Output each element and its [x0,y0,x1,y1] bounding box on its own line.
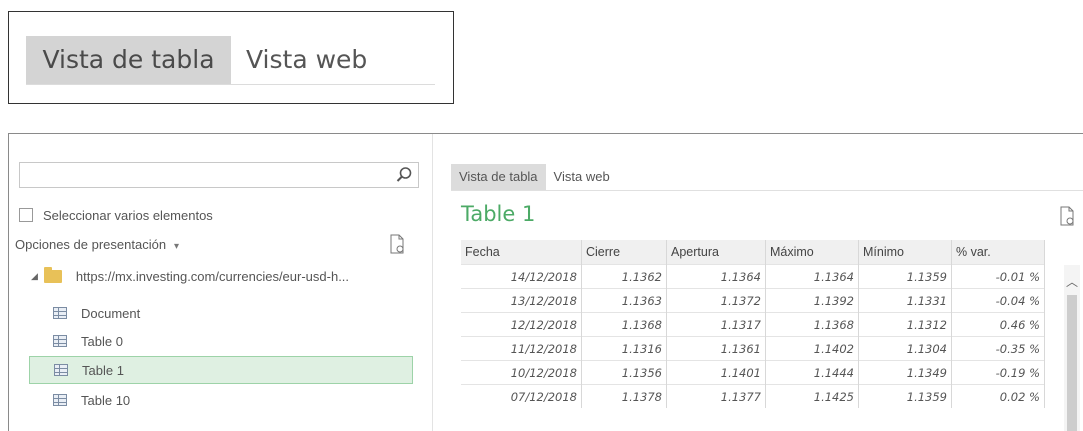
table-icon [54,364,68,376]
column-header[interactable]: % var. [951,240,1045,265]
preview-title: Table 1 [461,202,536,226]
column-header[interactable]: Cierre [581,240,667,265]
table-cell: 0.02 % [951,384,1045,408]
table-cell: 1.1372 [666,288,766,313]
table-cell: 1.1361 [666,336,766,361]
table-cell: 1.1359 [858,264,952,289]
chevron-down-icon: ▾ [174,241,180,252]
tree-item-table-1[interactable]: Table 1 [29,356,413,384]
column-header[interactable]: Mínimo [858,240,952,265]
source-url-node[interactable]: ◢ https://mx.investing.com/currencies/eu… [31,267,350,284]
display-options-dropdown[interactable]: Opciones de presentación ▾ [15,237,179,252]
table-cell: 1.1377 [666,384,766,408]
table-cell: 07/12/2018 [461,384,582,408]
table-cell: 1.1349 [858,360,952,385]
scroll-up-icon[interactable]: ︿ [1064,273,1080,290]
table-row: 07/12/2018 1.1378 1.1377 1.1425 1.1359 0… [461,384,1045,408]
tree-item-label: Table 0 [81,333,123,349]
zoomed-tab-strip: Vista de tabla Vista web [8,11,454,104]
table-cell: 1.1401 [666,360,766,385]
column-header[interactable]: Máximo [765,240,859,265]
tree-item-table-10[interactable]: Table 10 [29,386,413,414]
table-cell: 1.1331 [858,288,952,313]
select-multiple-row[interactable]: Seleccionar varios elementos [19,206,213,224]
tree-item-document[interactable]: Document [29,299,413,327]
table-cell: 1.1359 [858,384,952,408]
table-cell: 1.1362 [581,264,667,289]
select-multiple-checkbox[interactable] [19,208,33,222]
table-cell: 1.1402 [765,336,859,361]
display-options-label: Opciones de presentación [15,237,167,252]
table-cell: 1.1425 [765,384,859,408]
table-icon [53,394,67,406]
table-icon [53,307,67,319]
table-cell: 0.46 % [951,312,1045,337]
table-cell: 1.1368 [765,312,859,337]
tree-item-label: Table 1 [82,362,124,378]
tab-table-view[interactable]: Vista de tabla [451,164,546,190]
table-cell: 1.1368 [581,312,667,337]
table-row: 12/12/2018 1.1368 1.1317 1.1368 1.1312 0… [461,312,1045,337]
refresh-document-icon[interactable] [1059,206,1075,226]
table-cell: 1.1317 [666,312,766,337]
table-cell: 1.1444 [765,360,859,385]
tree-item-label: Document [81,305,141,321]
table-cell: 1.1363 [581,288,667,313]
column-header[interactable]: Apertura [666,240,766,265]
table-cell: -0.01 % [951,264,1045,289]
preview-tabs: Vista de tabla Vista web [451,164,618,190]
table-cell: 1.1392 [765,288,859,313]
table-row: 11/12/2018 1.1316 1.1361 1.1402 1.1304 -… [461,336,1045,361]
table-cell: 1.1312 [858,312,952,337]
zoomed-tab-web-view[interactable]: Vista web [246,36,367,84]
source-url-label: https://mx.investing.com/currencies/eur-… [75,269,350,284]
table-cell: 14/12/2018 [461,264,582,289]
table-cell: 1.1316 [581,336,667,361]
tree-item-label: Table 10 [81,392,131,408]
select-multiple-label: Seleccionar varios elementos [43,207,213,223]
navigator-window: Seleccionar varios elementos Opciones de… [8,133,1083,431]
table-cell: -0.04 % [951,288,1045,313]
zoomed-tab-table-view[interactable]: Vista de tabla [26,36,231,84]
pane-divider[interactable] [432,134,433,431]
table-cell: -0.35 % [951,336,1045,361]
tab-web-view[interactable]: Vista web [546,164,618,190]
table-cell: 1.1364 [765,264,859,289]
zoomed-tab-underline [26,84,435,85]
table-cell: 11/12/2018 [461,336,582,361]
refresh-document-icon[interactable] [389,234,405,254]
table-cell: -0.19 % [951,360,1045,385]
tab-underline [451,190,1083,191]
table-cell: 1.1378 [581,384,667,408]
scrollbar-thumb[interactable] [1067,295,1077,431]
table-row: 13/12/2018 1.1363 1.1372 1.1392 1.1331 -… [461,288,1045,313]
table-cell: 13/12/2018 [461,288,582,313]
search-input[interactable] [19,162,419,188]
table-row: 14/12/2018 1.1362 1.1364 1.1364 1.1359 -… [461,264,1045,289]
preview-table: Fecha Cierre Apertura Máximo Mínimo % va… [461,240,1045,408]
tree-item-table-0[interactable]: Table 0 [29,327,413,355]
search-icon[interactable] [395,166,413,184]
table-cell: 1.1356 [581,360,667,385]
table-header-row: Fecha Cierre Apertura Máximo Mínimo % va… [461,240,1045,265]
table-cell: 12/12/2018 [461,312,582,337]
folder-icon [43,267,62,283]
table-icon [53,335,67,347]
table-cell: 1.1364 [666,264,766,289]
table-cell: 1.1304 [858,336,952,361]
vertical-scrollbar[interactable]: ︿ [1064,265,1080,431]
table-cell: 10/12/2018 [461,360,582,385]
column-header[interactable]: Fecha [461,240,582,265]
expand-triangle-icon[interactable]: ◢ [31,271,38,282]
table-row: 10/12/2018 1.1356 1.1401 1.1444 1.1349 -… [461,360,1045,385]
